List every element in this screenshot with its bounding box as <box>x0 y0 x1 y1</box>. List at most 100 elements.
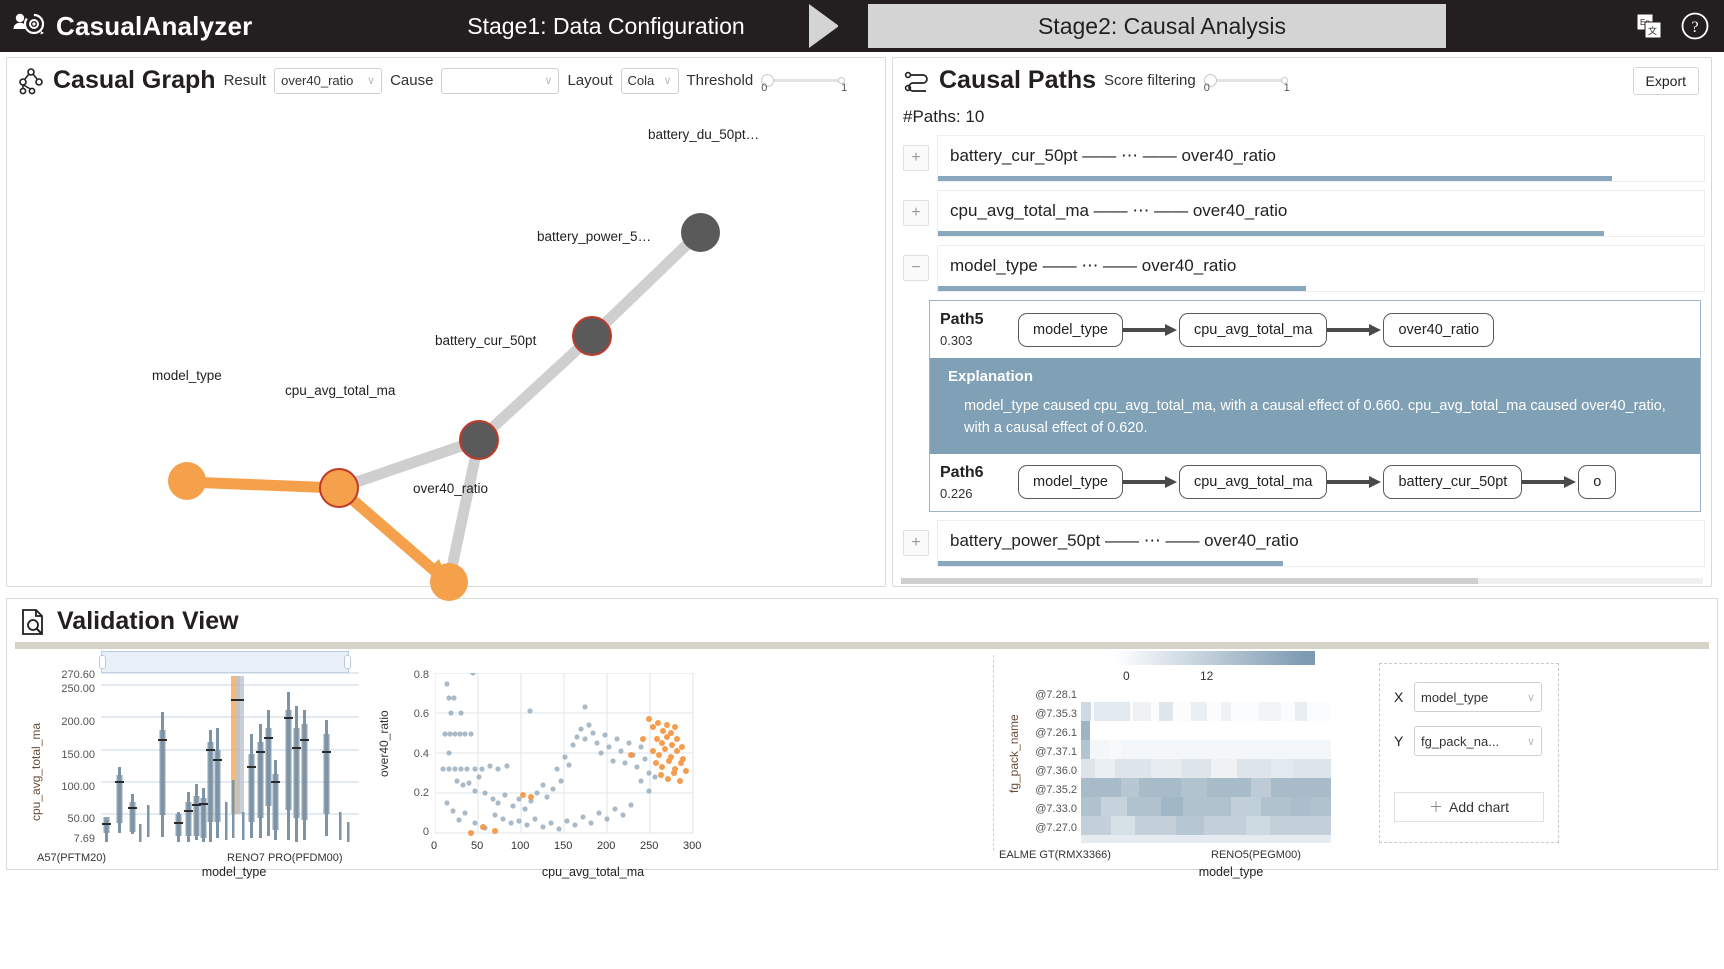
chevron-down-icon: ∨ <box>663 75 672 87</box>
chart-cpu-vs-over40[interactable]: over40_ratio 0.8 0.6 0.4 0.2 0 0 50 100 … <box>373 653 709 879</box>
help-circle-icon[interactable]: ? <box>1680 11 1710 41</box>
chain-node[interactable]: o <box>1578 465 1617 500</box>
arrow-right-icon <box>1327 476 1383 489</box>
result-label: Result <box>223 72 267 89</box>
chart1-ytick: 150.00 <box>61 749 95 761</box>
arrow-right-icon <box>1327 323 1383 336</box>
stage-1-tab[interactable]: Stage1: Data Configuration <box>402 4 839 48</box>
chain-node[interactable]: over40_ratio <box>1383 312 1495 347</box>
chart1-ytick: 270.60 <box>61 669 95 681</box>
path-meta: Path5 0.303 <box>940 311 1018 348</box>
path-row[interactable]: − model_type —— ⋯ —— over40_ratio <box>893 245 1705 292</box>
graph-node-cpu-avg-total-ma[interactable] <box>319 468 359 508</box>
app-title: CasualAnalyzer <box>56 10 253 41</box>
paths-count: #Paths: 10 <box>903 107 985 126</box>
path-summary-card[interactable]: battery_power_50pt —— ⋯ —— over40_ratio <box>937 519 1705 567</box>
chart1-plot <box>101 672 359 842</box>
chart2-xtick: 300 <box>683 840 702 852</box>
path-summary-card[interactable]: model_type —— ⋯ —— over40_ratio <box>937 245 1705 292</box>
chart-model-by-pack-heatmap[interactable]: fg_pack_name @7.28.1 @7.35.3 @7.26.1 @7.… <box>993 651 1345 879</box>
add-chart-button[interactable]: ＋ Add chart <box>1394 792 1544 822</box>
cause-select[interactable]: ∨ <box>441 67 560 94</box>
brush-handle-left[interactable] <box>99 655 106 669</box>
svg-text:?: ? <box>1691 19 1698 36</box>
validation-view-title: Validation View <box>57 607 239 635</box>
brush-handle-right[interactable] <box>344 655 351 669</box>
chain-node[interactable]: cpu_avg_total_ma <box>1178 465 1328 500</box>
score-filtering-label: Score filtering <box>1104 72 1196 89</box>
chart3-colorbar <box>1115 651 1315 665</box>
arrow-right-icon <box>1522 476 1578 489</box>
casual-graph-title: Casual Graph <box>53 66 216 94</box>
chart-cpu-by-model[interactable]: cpu_avg_total_ma 270.60 250.00 200.00 15… <box>15 651 361 879</box>
chart1-brush[interactable] <box>99 651 351 673</box>
graph-label-over40-ratio: over40_ratio <box>413 481 489 496</box>
collapse-toggle-icon[interactable]: − <box>903 255 929 281</box>
graph-node-model-type[interactable] <box>168 462 206 500</box>
paths-scrollbar[interactable] <box>901 578 1703 584</box>
chain-node[interactable]: model_type <box>1018 465 1123 500</box>
chart3-xtick-left: EALME GT(RMX3366) <box>999 849 1111 861</box>
chart1-ytick: 100.00 <box>61 781 95 793</box>
chain-node[interactable]: cpu_avg_total_ma <box>1178 312 1328 347</box>
chart1-xtick-left: A57(PFTM20) <box>37 852 107 864</box>
threshold-min-label: 0 <box>761 81 768 94</box>
y-axis-select[interactable]: fg_pack_na... ∨ <box>1414 726 1542 756</box>
chart3-colorbar-max: 12 <box>1200 669 1214 683</box>
graph-label-model-type: model_type <box>152 368 222 383</box>
graph-node-battery-power-50pt[interactable] <box>572 316 612 356</box>
language-translate-icon[interactable]: En 文 <box>1634 11 1664 41</box>
layout-select[interactable]: Cola ∨ <box>620 67 679 94</box>
chart2-x-axis-label: cpu_avg_total_ma <box>541 865 645 879</box>
path-score-bar <box>938 231 1605 236</box>
threshold-label: Threshold <box>686 72 754 89</box>
chart1-ytick: 50.00 <box>67 813 95 825</box>
expand-toggle-icon[interactable]: + <box>903 200 929 226</box>
path-row[interactable]: + battery_cur_50pt —— ⋯ —— over40_ratio <box>893 135 1705 182</box>
path-detail-box: Path5 0.303 model_type cpu_avg_total_ma … <box>929 300 1701 512</box>
plus-icon: ＋ <box>1429 799 1444 815</box>
export-button[interactable]: Export <box>1632 66 1699 95</box>
graph-label-battery-du-50pt: battery_du_50pt… <box>648 127 760 142</box>
chevron-down-icon: ∨ <box>1526 735 1535 748</box>
causal-graph-canvas[interactable]: battery_du_50pt… battery_power_5… batter… <box>7 101 885 601</box>
path-score-bar <box>938 286 1306 291</box>
path-summary-card[interactable]: cpu_avg_total_ma —— ⋯ —— over40_ratio <box>937 190 1705 237</box>
path-detail-row[interactable]: Path5 0.303 model_type cpu_avg_total_ma … <box>930 301 1700 358</box>
brand: CasualAnalyzer <box>0 9 400 43</box>
threshold-slider[interactable]: 0 1 <box>761 68 847 94</box>
x-axis-select[interactable]: model_type ∨ <box>1414 682 1542 712</box>
graph-node-battery-du-50pt[interactable] <box>681 213 720 252</box>
path-row[interactable]: + cpu_avg_total_ma —— ⋯ —— over40_ratio <box>893 190 1705 237</box>
chart3-ytick: @7.28.1 <box>1035 689 1077 701</box>
graph-label-battery-cur-50pt: battery_cur_50pt <box>435 333 537 348</box>
path-row[interactable]: + battery_power_50pt —— ⋯ —— over40_rati… <box>893 519 1705 567</box>
validation-view-header: Validation View <box>7 599 1717 642</box>
chain-node[interactable]: model_type <box>1018 312 1123 347</box>
svg-text:文: 文 <box>1648 25 1657 36</box>
graph-node-over40-ratio[interactable] <box>430 563 468 601</box>
expand-toggle-icon[interactable]: + <box>903 145 929 171</box>
header-actions: En 文 ? <box>1634 0 1710 52</box>
result-select[interactable]: over40_ratio ∨ <box>274 67 383 94</box>
score-filtering-slider[interactable]: 0 1 <box>1203 68 1290 94</box>
chart2-y-axis-label: over40_ratio <box>377 710 391 777</box>
paths-icon <box>903 67 931 95</box>
chart3-ytick: @7.36.0 <box>1035 765 1077 777</box>
stage-2-tab[interactable]: Stage2: Causal Analysis <box>838 4 1446 48</box>
x-axis-label: X <box>1394 689 1404 705</box>
path-summary-card[interactable]: battery_cur_50pt —— ⋯ —— over40_ratio <box>937 135 1705 182</box>
expand-toggle-icon[interactable]: + <box>903 529 929 556</box>
path-summary-text: model_type —— ⋯ —— over40_ratio <box>950 256 1237 275</box>
stage-breadcrumb: Stage1: Data Configuration Stage2: Causa… <box>402 4 1446 48</box>
chain-node[interactable]: battery_cur_50pt <box>1383 465 1523 500</box>
add-chart-label: Add chart <box>1449 799 1509 815</box>
path-detail-row[interactable]: Path6 0.226 model_type cpu_avg_total_ma … <box>930 454 1700 511</box>
causal-paths-list[interactable]: #Paths: 10 + battery_cur_50pt —— ⋯ —— ov… <box>893 101 1711 586</box>
chart3-ytick: @7.27.0 <box>1035 822 1077 834</box>
chart2-xtick: 100 <box>511 840 530 852</box>
path-score-bar <box>938 176 1613 181</box>
chart2-xtick: 200 <box>597 840 616 852</box>
chart3-ytick: @7.26.1 <box>1035 727 1077 739</box>
graph-node-battery-cur-50pt[interactable] <box>459 420 499 460</box>
